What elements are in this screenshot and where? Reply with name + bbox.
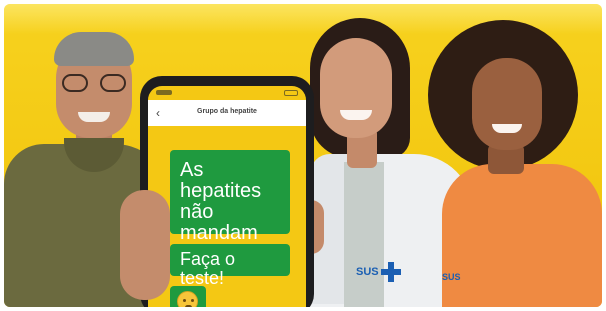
battery-icon [284,90,298,96]
campaign-banner: SUS SUS ‹ Grupo da hepatite As hepatites… [4,4,602,307]
woman-smile [340,110,372,120]
status-bar [148,86,306,100]
man-smile [78,112,110,122]
sus-sleeve-logo: SUS [442,272,461,282]
glasses-icon [60,74,128,94]
woman2-smile [492,124,522,133]
clock-indicator [156,90,172,95]
back-arrow-icon[interactable]: ‹ [156,106,160,120]
chat-message: Faça o teste! [170,244,290,287]
worried-face-icon [177,291,198,307]
chat-message: As hepatites não mandam mensagem. [170,150,290,265]
chat-header: ‹ Grupo da hepatite [148,100,306,126]
gray-shirt [344,162,384,307]
chat-message-emoji [170,286,206,307]
sus-logo-text: SUS [356,266,379,278]
orange-shirt [442,164,602,307]
sus-logo: SUS [356,260,401,284]
woman2-face [472,58,542,150]
woman-face [320,38,392,138]
gray-hair [54,32,134,66]
phone-screen: ‹ Grupo da hepatite As hepatites não man… [148,86,306,307]
sus-cross-icon [380,262,401,282]
man-hand-holding-phone [120,190,170,300]
chat-title: Grupo da hepatite [197,108,257,115]
